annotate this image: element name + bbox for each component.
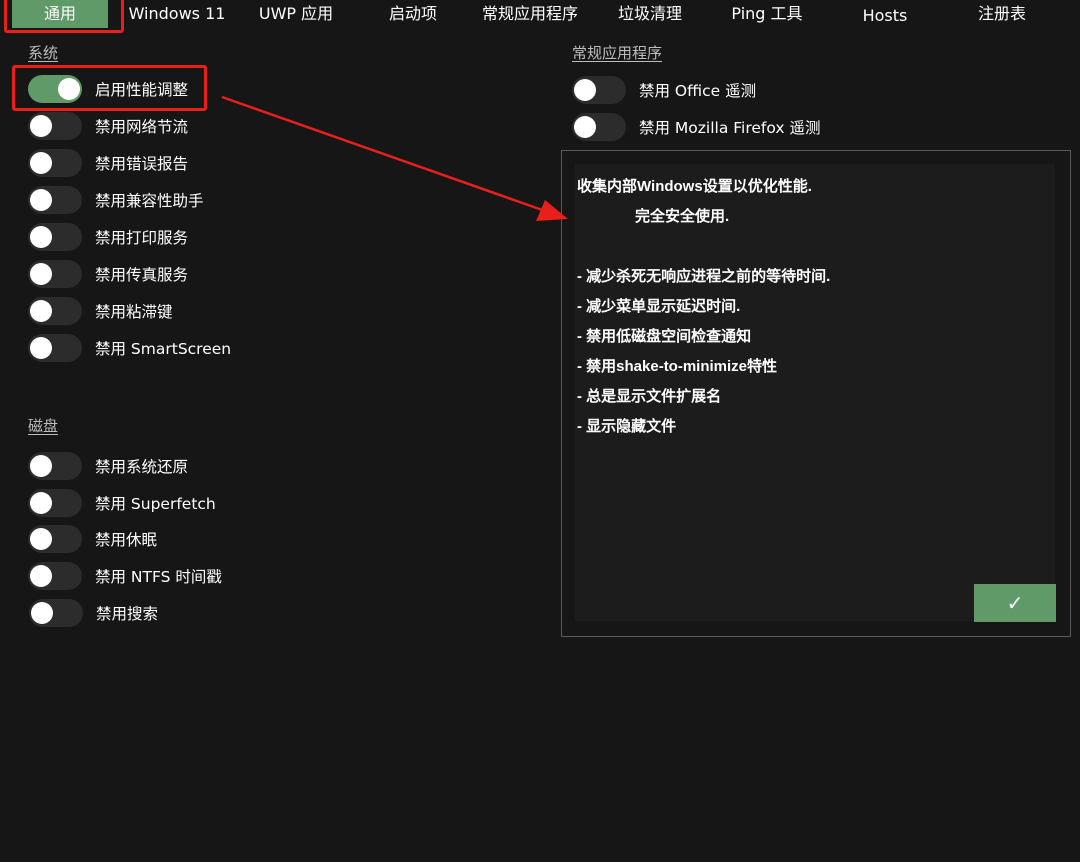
toggle-label: 禁用 Superfetch xyxy=(95,495,216,513)
tab-uwp-apps[interactable]: UWP 应用 xyxy=(246,0,346,28)
toggle-knob xyxy=(574,116,596,138)
toggle-row-ntfs-timestamp: 禁用 NTFS 时间戳 xyxy=(28,562,222,590)
tab-startup[interactable]: 启动项 xyxy=(370,0,456,28)
tab-general[interactable]: 通用 xyxy=(12,0,108,28)
compatibility-assistant-toggle[interactable] xyxy=(28,186,82,214)
toggle-label: 禁用休眠 xyxy=(95,531,158,549)
performance-tweaks-toggle[interactable] xyxy=(28,75,82,103)
toggle-row-system-restore: 禁用系统还原 xyxy=(28,452,188,480)
confirm-button[interactable]: ✓ xyxy=(974,584,1056,622)
toggle-label: 禁用错误报告 xyxy=(95,155,189,173)
toggle-row-compatibility-assistant: 禁用兼容性助手 xyxy=(28,186,204,214)
toggle-row-superfetch: 禁用 Superfetch xyxy=(28,489,216,517)
toggle-row-search: 禁用搜索 xyxy=(29,599,158,627)
toggle-knob xyxy=(574,79,596,101)
tab-hosts[interactable]: Hosts xyxy=(848,2,922,30)
toggle-row-smartscreen: 禁用 SmartScreen xyxy=(28,334,231,362)
toggle-label: 禁用网络节流 xyxy=(95,118,189,136)
toggle-knob xyxy=(30,337,52,359)
description-line: - 显示隐藏文件 xyxy=(577,418,677,435)
toggle-row-firefox-telemetry: 禁用 Mozilla Firefox 遥测 xyxy=(572,113,821,141)
toggle-label: 禁用 Mozilla Firefox 遥测 xyxy=(639,119,821,137)
toggle-knob xyxy=(30,115,52,137)
toggle-knob xyxy=(30,152,52,174)
error-reporting-toggle[interactable] xyxy=(28,149,82,177)
tab-windows-11[interactable]: Windows 11 xyxy=(124,0,230,28)
toggle-label: 禁用打印服务 xyxy=(95,229,189,247)
toggle-row-network-throttling: 禁用网络节流 xyxy=(28,112,188,140)
toggle-row-fax-service: 禁用传真服务 xyxy=(28,260,188,288)
print-service-toggle[interactable] xyxy=(28,223,82,251)
toggle-knob xyxy=(30,226,52,248)
tab-ping-tool[interactable]: Ping 工具 xyxy=(720,0,814,28)
smartscreen-toggle[interactable] xyxy=(28,334,82,362)
fax-service-toggle[interactable] xyxy=(28,260,82,288)
toggle-knob xyxy=(58,78,80,100)
toggle-knob xyxy=(30,300,52,322)
toggle-label: 禁用兼容性助手 xyxy=(95,192,204,210)
tab-bar: 通用 Windows 11 UWP 应用 启动项 常规应用程序 垃圾清理 Pin… xyxy=(0,0,1080,28)
description-line: - 禁用shake-to-minimize特性 xyxy=(577,358,778,375)
system-section-title: 系统 xyxy=(28,44,59,62)
tab-common-apps[interactable]: 常规应用程序 xyxy=(472,0,588,28)
toggle-row-enable-performance-tweaks: 启用性能调整 xyxy=(28,75,188,103)
search-toggle[interactable] xyxy=(29,599,83,627)
sticky-keys-toggle[interactable] xyxy=(28,297,82,325)
description-text: 收集内部Windows设置以优化性能. 完全安全使用. - 减少杀死无响应进程之… xyxy=(577,172,830,442)
toggle-knob xyxy=(30,263,52,285)
toggle-row-error-reporting: 禁用错误报告 xyxy=(28,149,188,177)
office-telemetry-toggle[interactable] xyxy=(572,76,626,104)
toggle-label: 禁用粘滞键 xyxy=(95,303,173,321)
firefox-telemetry-toggle[interactable] xyxy=(572,113,626,141)
hibernation-toggle[interactable] xyxy=(28,525,82,553)
toggle-label: 禁用搜索 xyxy=(96,605,159,623)
description-line xyxy=(577,232,830,262)
toggle-row-hibernation: 禁用休眠 xyxy=(28,525,157,553)
toggle-knob xyxy=(30,492,52,514)
toggle-knob xyxy=(30,189,52,211)
toggle-row-office-telemetry: 禁用 Office 遥测 xyxy=(572,76,756,104)
superfetch-toggle[interactable] xyxy=(28,489,82,517)
toggle-knob xyxy=(30,455,52,477)
apps-section-title: 常规应用程序 xyxy=(572,44,663,62)
disk-section-title: 磁盘 xyxy=(28,417,59,435)
toggle-row-print-service: 禁用打印服务 xyxy=(28,223,188,251)
description-panel: 收集内部Windows设置以优化性能. 完全安全使用. - 减少杀死无响应进程之… xyxy=(561,150,1071,637)
toggle-label: 禁用系统还原 xyxy=(95,458,189,476)
toggle-label: 禁用传真服务 xyxy=(95,266,189,284)
description-line: 收集内部Windows设置以优化性能. xyxy=(577,178,812,195)
network-throttling-toggle[interactable] xyxy=(28,112,82,140)
description-line: 完全安全使用. xyxy=(635,208,730,225)
toggle-label: 禁用 Office 遥测 xyxy=(639,82,757,100)
system-restore-toggle[interactable] xyxy=(28,452,82,480)
toggle-knob xyxy=(31,602,53,624)
toggle-label: 禁用 NTFS 时间戳 xyxy=(95,568,222,586)
toggle-label: 禁用 SmartScreen xyxy=(95,340,232,358)
toggle-label: 启用性能调整 xyxy=(95,81,189,99)
description-line: - 总是显示文件扩展名 xyxy=(577,388,722,405)
tab-registry[interactable]: 注册表 xyxy=(960,0,1044,28)
toggle-row-sticky-keys: 禁用粘滞键 xyxy=(28,297,173,325)
tab-cleanup[interactable]: 垃圾清理 xyxy=(604,0,696,28)
ntfs-timestamp-toggle[interactable] xyxy=(28,562,82,590)
description-line: - 减少杀死无响应进程之前的等待时间. xyxy=(577,268,831,285)
description-line: - 禁用低磁盘空间检查通知 xyxy=(577,328,752,345)
toggle-knob xyxy=(30,565,52,587)
description-panel-body: 收集内部Windows设置以优化性能. 完全安全使用. - 减少杀死无响应进程之… xyxy=(575,164,1055,621)
toggle-knob xyxy=(30,528,52,550)
description-line: - 减少菜单显示延迟时间. xyxy=(577,298,741,315)
